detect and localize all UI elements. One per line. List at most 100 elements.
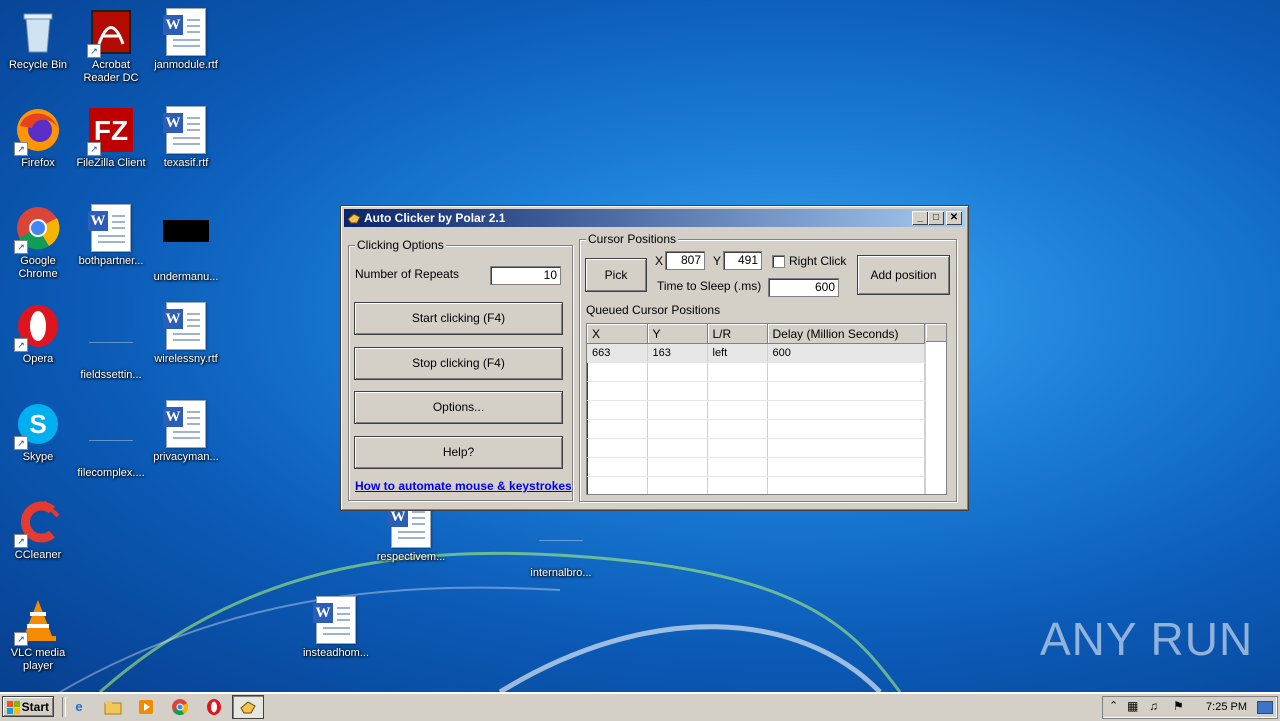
ie-icon[interactable]: e bbox=[70, 698, 88, 716]
word-document-icon: W bbox=[312, 596, 360, 644]
cursor-positions-caption: Cursor Positions bbox=[586, 232, 679, 246]
x-label: X bbox=[655, 254, 664, 268]
maximize-button[interactable]: □ bbox=[928, 211, 944, 225]
chrome-icon: ↗ bbox=[14, 204, 62, 254]
desktop-icon-firefox[interactable]: ↗ Firefox bbox=[0, 102, 76, 198]
automate-link[interactable]: How to automate mouse & keystrokes bbox=[355, 479, 572, 493]
table-extra-column bbox=[925, 324, 946, 494]
shortcut-arrow-icon: ↗ bbox=[14, 632, 28, 646]
shortcut-arrow-icon: ↗ bbox=[87, 44, 101, 58]
blank-file-icon bbox=[162, 220, 210, 268]
blank-file-icon bbox=[87, 318, 135, 366]
windows-flag-icon bbox=[7, 701, 20, 714]
window-titlebar[interactable]: Auto Clicker by Polar 2.1 _ □ ✕ bbox=[344, 209, 965, 227]
column-header-x[interactable]: X bbox=[587, 324, 648, 344]
desktop-icon-bothpartner[interactable]: W bothpartner... bbox=[73, 200, 149, 296]
table-header-row: X Y L/R Delay (Million Seconds) bbox=[587, 324, 925, 344]
shortcut-arrow-icon: ↗ bbox=[14, 142, 28, 156]
desktop-icon-filezilla[interactable]: FZ ↗ FileZilla Client bbox=[73, 102, 149, 198]
opera-icon[interactable] bbox=[205, 698, 223, 716]
empty-row bbox=[587, 438, 925, 458]
empty-row bbox=[587, 457, 925, 477]
explorer-icon[interactable] bbox=[104, 698, 122, 716]
word-document-icon: W bbox=[87, 204, 135, 252]
right-click-label: Right Click bbox=[789, 254, 847, 268]
shortcut-arrow-icon: ↗ bbox=[87, 142, 101, 156]
desktop-icon-filecomplex[interactable]: filecomplex.... bbox=[73, 396, 149, 492]
column-header-lr[interactable]: L/R bbox=[707, 324, 768, 344]
queued-positions-table[interactable]: X Y L/R Delay (Million Seconds) 663 163 … bbox=[586, 323, 947, 495]
show-desktop-icon[interactable] bbox=[1257, 701, 1273, 714]
firefox-icon: ↗ bbox=[14, 106, 62, 156]
sleep-input[interactable]: 600 bbox=[768, 278, 839, 297]
cell-x: 663 bbox=[587, 343, 648, 363]
desktop-icon-vlc[interactable]: ↗ VLC media player bbox=[0, 592, 76, 688]
desktop-icon-ccleaner[interactable]: ↗ CCleaner bbox=[0, 494, 76, 590]
start-clicking-button[interactable]: Start clicking (F4) bbox=[354, 302, 563, 335]
empty-row bbox=[587, 419, 925, 439]
taskbar: Start e ⌃ ▦ ♫ ⚑ 7:25 PM bbox=[0, 692, 1280, 721]
word-document-icon: W bbox=[162, 302, 210, 350]
column-header-y[interactable]: Y bbox=[647, 324, 708, 344]
empty-row bbox=[587, 381, 925, 401]
column-header-delay[interactable]: Delay (Million Seconds) bbox=[767, 324, 925, 344]
repeats-label: Number of Repeats bbox=[355, 267, 460, 281]
minimize-button[interactable]: _ bbox=[912, 211, 928, 225]
right-click-checkbox[interactable] bbox=[772, 255, 785, 268]
chrome-icon[interactable] bbox=[171, 698, 189, 716]
cell-delay: 600 bbox=[767, 343, 925, 363]
filezilla-icon: FZ ↗ bbox=[87, 106, 135, 156]
desktop-icon-acrobat[interactable]: ↗ Acrobat Reader DC bbox=[73, 4, 149, 100]
desktop-icon-insteadhom[interactable]: W insteadhom... bbox=[298, 592, 374, 688]
y-input[interactable]: 491 bbox=[723, 251, 762, 270]
repeats-input[interactable]: 10 bbox=[490, 266, 561, 285]
word-document-icon: W bbox=[162, 8, 210, 56]
cell-y: 163 bbox=[647, 343, 708, 363]
word-document-icon: W bbox=[162, 106, 210, 154]
start-button[interactable]: Start bbox=[2, 696, 54, 717]
volume-icon[interactable]: ♫ bbox=[1149, 699, 1158, 713]
shortcut-arrow-icon: ↗ bbox=[14, 240, 28, 254]
hand-pointer-icon bbox=[347, 213, 361, 224]
x-input[interactable]: 807 bbox=[665, 251, 705, 270]
table-row[interactable]: 663 163 left 600 bbox=[587, 343, 925, 363]
acrobat-icon: ↗ bbox=[87, 8, 135, 58]
start-label: Start bbox=[21, 700, 49, 714]
empty-row bbox=[587, 400, 925, 420]
desktop-icon-opera[interactable]: ↗ Opera bbox=[0, 298, 76, 394]
stop-clicking-button[interactable]: Stop clicking (F4) bbox=[354, 347, 563, 380]
add-position-button[interactable]: Add position bbox=[857, 255, 950, 295]
auto-clicker-taskbar-button[interactable] bbox=[232, 695, 264, 719]
ccleaner-icon: ↗ bbox=[14, 498, 62, 548]
blank-file-icon bbox=[537, 516, 585, 564]
action-center-flag-icon[interactable]: ⚑ bbox=[1173, 699, 1184, 713]
opera-icon: ↗ bbox=[14, 302, 62, 352]
taskbar-separator bbox=[62, 697, 66, 717]
desktop-icon-recycle-bin[interactable]: Recycle Bin bbox=[0, 4, 76, 100]
clock[interactable]: 7:25 PM bbox=[1206, 701, 1247, 713]
desktop-icon-fieldssettin[interactable]: fieldssettin... bbox=[73, 298, 149, 394]
show-hidden-icons-icon[interactable]: ⌃ bbox=[1109, 699, 1118, 712]
shortcut-arrow-icon: ↗ bbox=[14, 534, 28, 548]
cell-lr: left bbox=[707, 343, 768, 363]
desktop-icon-chrome[interactable]: ↗ Google Chrome bbox=[0, 200, 76, 296]
empty-row bbox=[587, 476, 925, 494]
window-title: Auto Clicker by Polar 2.1 bbox=[364, 211, 506, 225]
options-button[interactable]: Options... bbox=[354, 391, 563, 424]
desktop-icon-privacyman[interactable]: W privacyman... bbox=[148, 396, 224, 492]
desktop-icon-wirelessny[interactable]: W wirelessny.rtf bbox=[148, 298, 224, 394]
auto-clicker-icon bbox=[240, 701, 256, 714]
desktop-icon-texasif[interactable]: W texasif.rtf bbox=[148, 102, 224, 198]
help-button[interactable]: Help? bbox=[354, 436, 563, 469]
clicking-options-caption: Clicking Options bbox=[355, 238, 446, 252]
close-button[interactable]: ✕ bbox=[946, 211, 962, 225]
blank-file-icon bbox=[87, 416, 135, 464]
network-icon[interactable]: ▦ bbox=[1127, 699, 1138, 713]
media-player-icon[interactable] bbox=[137, 698, 155, 716]
empty-row bbox=[587, 362, 925, 382]
pick-button[interactable]: Pick bbox=[585, 258, 647, 292]
desktop-icon-undermanu[interactable]: undermanu... bbox=[148, 200, 224, 296]
recycle-bin-icon bbox=[14, 8, 62, 56]
desktop-icon-skype[interactable]: S ↗ Skype bbox=[0, 396, 76, 492]
desktop-icon-janmodule[interactable]: W janmodule.rtf bbox=[148, 4, 224, 100]
